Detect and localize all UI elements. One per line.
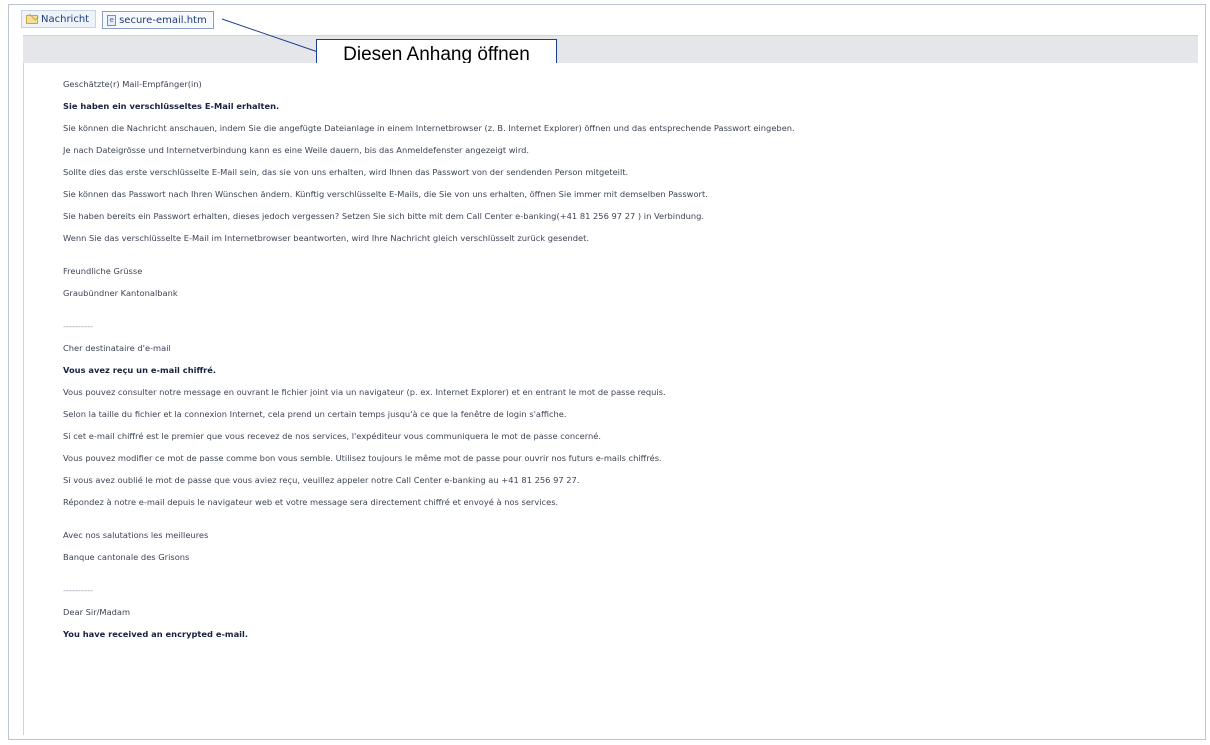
heading-de: Sie haben ein verschlüsseltes E-Mail erh… — [63, 101, 280, 111]
tab-message[interactable]: Nachricht — [21, 10, 97, 28]
sender-de: Graubündner Kantonalbank — [63, 288, 178, 298]
salutation-en: Dear Sir/Madam — [63, 607, 131, 617]
heading-en: You have received an encrypted e-mail. — [63, 629, 249, 639]
paragraph-de-1: Sie können die Nachricht anschauen, inde… — [63, 123, 795, 133]
paragraph-fr-1: Vous pouvez consulter notre message en o… — [63, 387, 666, 397]
heading-fr: Vous avez reçu un e-mail chiffré. — [63, 365, 217, 375]
closing-de: Freundliche Grüsse — [63, 266, 143, 276]
paragraph-de-3: Sollte dies das erste verschlüsselte E-M… — [63, 167, 629, 177]
salutation-fr: Cher destinataire d'e-mail — [63, 343, 171, 353]
envelope-icon — [26, 14, 38, 24]
attachment-secure-email[interactable]: e secure-email.htm — [102, 11, 214, 29]
attachment-label: secure-email.htm — [119, 14, 207, 26]
tab-message-label: Nachricht — [41, 13, 90, 25]
closing-fr: Avec nos salutations les meilleures — [63, 530, 209, 540]
paragraph-de-4: Sie können das Passwort nach Ihren Wünsc… — [63, 189, 708, 199]
paragraph-de-2: Je nach Dateigrösse und Internetverbindu… — [63, 145, 529, 155]
paragraph-fr-6: Répondez à notre e-mail depuis le naviga… — [63, 497, 559, 507]
separator-2: ---------- — [63, 585, 93, 595]
paragraph-de-5: Sie haben bereits ein Passwort erhalten,… — [63, 211, 705, 221]
sender-fr: Banque cantonale des Grisons — [63, 552, 190, 562]
paragraph-fr-3: Si cet e-mail chiffré est le premier que… — [63, 431, 602, 441]
separator-1: ---------- — [63, 321, 93, 331]
signature-fr: Avec nos salutations les meilleures Banq… — [63, 519, 1190, 574]
html-file-icon: e — [107, 14, 117, 26]
paragraph-fr-4: Vous pouvez modifier ce mot de passe com… — [63, 453, 662, 463]
salutation-de: Geschätzte(r) Mail-Empfänger(in) — [63, 79, 202, 89]
message-body-pane: Geschätzte(r) Mail-Empfänger(in) Sie hab… — [23, 63, 1198, 735]
message-body: Geschätzte(r) Mail-Empfänger(in) Sie hab… — [63, 79, 1190, 651]
paragraph-fr-2: Selon la taille du fichier et la connexi… — [63, 409, 567, 419]
paragraph-fr-5: Si vous avez oublié le mot de passe que … — [63, 475, 580, 485]
message-header-band — [23, 35, 1198, 65]
signature-de: Freundliche Grüsse Graubündner Kantonalb… — [63, 255, 1190, 310]
paragraph-de-6: Wenn Sie das verschlüsselte E-Mail im In… — [63, 233, 590, 243]
